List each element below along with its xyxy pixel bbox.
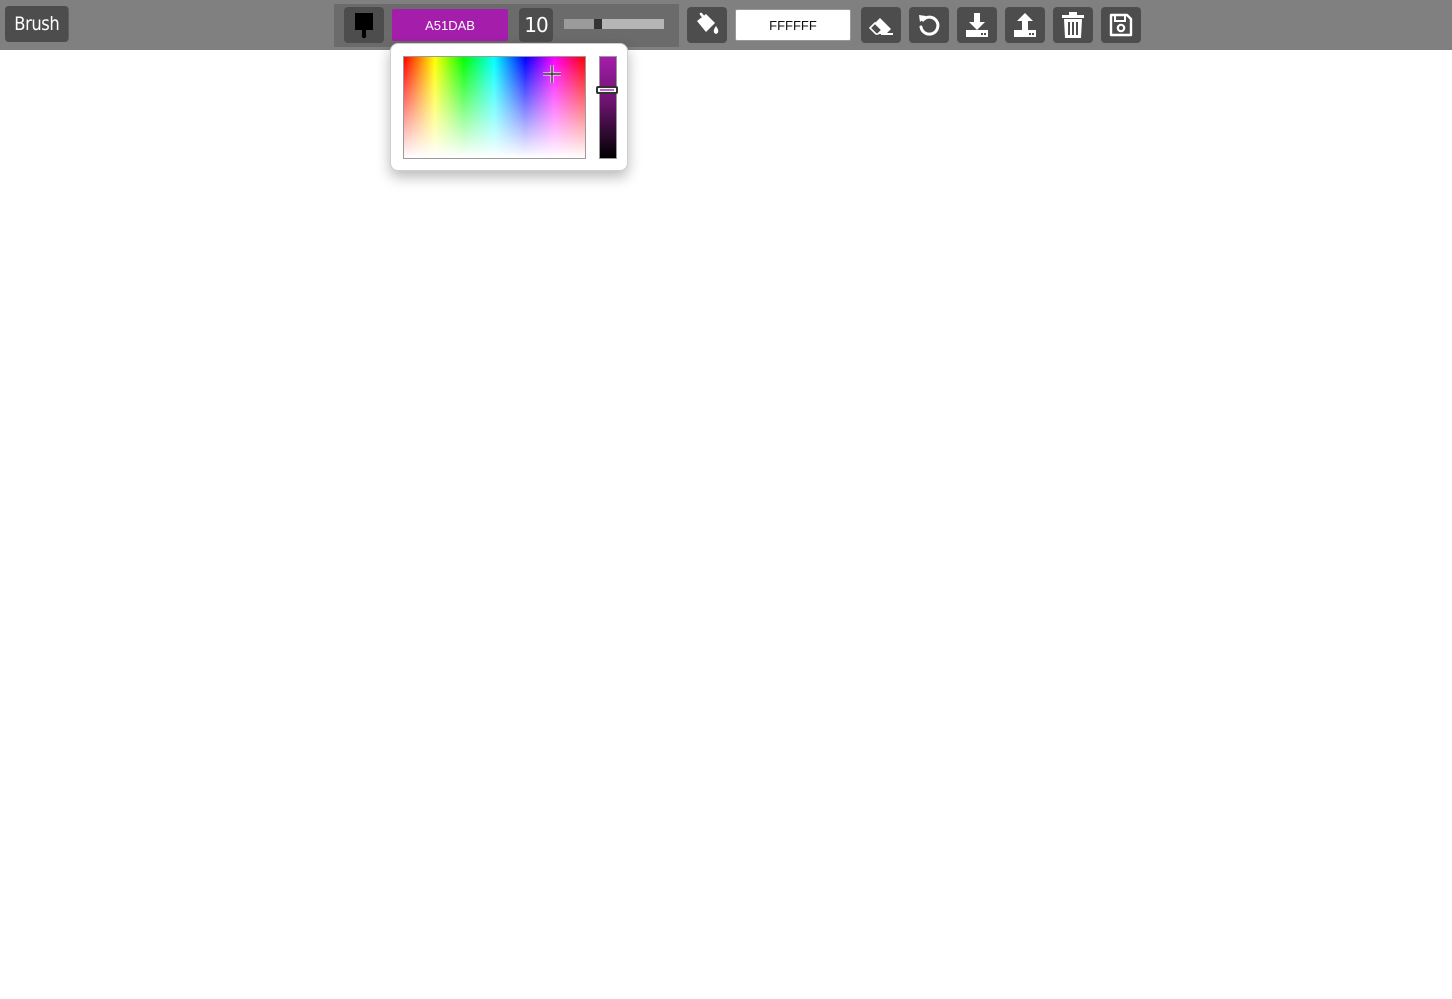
clear-button[interactable] <box>1053 7 1093 43</box>
brush-tool-button[interactable] <box>344 7 384 43</box>
brush-size-display: 10 <box>519 8 553 42</box>
download-button[interactable] <box>957 7 997 43</box>
download-icon <box>966 13 988 37</box>
mode-label: Brush <box>14 13 60 35</box>
undo-icon <box>919 15 940 36</box>
color-picker-hue-saturation-area[interactable] <box>403 56 586 159</box>
upload-icon <box>1014 13 1036 37</box>
color-picker-value-slider[interactable] <box>599 56 617 159</box>
brush-size-slider-fill <box>564 19 594 29</box>
color-picker-crosshair[interactable] <box>542 64 562 84</box>
brush-color-value: A51DAB <box>425 17 475 33</box>
color-picker-popup <box>390 43 628 171</box>
save-button[interactable] <box>1101 7 1141 43</box>
color-picker-value-handle[interactable] <box>596 86 618 94</box>
brush-color-input[interactable]: A51DAB <box>392 9 508 41</box>
background-color-input[interactable]: FFFFFF <box>735 9 851 41</box>
paint-bucket-icon <box>697 12 719 34</box>
eraser-icon <box>868 18 893 35</box>
save-icon <box>1109 13 1133 37</box>
undo-button[interactable] <box>909 7 949 43</box>
brush-size-slider-thumb[interactable] <box>594 19 602 29</box>
mode-button[interactable]: Brush <box>5 6 69 42</box>
trash-icon <box>1062 12 1084 38</box>
paint-brush-icon <box>355 13 373 39</box>
upload-button[interactable] <box>1005 7 1045 43</box>
brush-size-slider[interactable] <box>564 19 664 29</box>
top-toolbar: Brush A51DAB 10 FFFFFF <box>0 0 1452 50</box>
brush-size-value: 10 <box>524 13 548 37</box>
eraser-button[interactable] <box>861 7 901 43</box>
fill-button[interactable] <box>687 7 727 43</box>
background-color-value: FFFFFF <box>769 17 817 33</box>
